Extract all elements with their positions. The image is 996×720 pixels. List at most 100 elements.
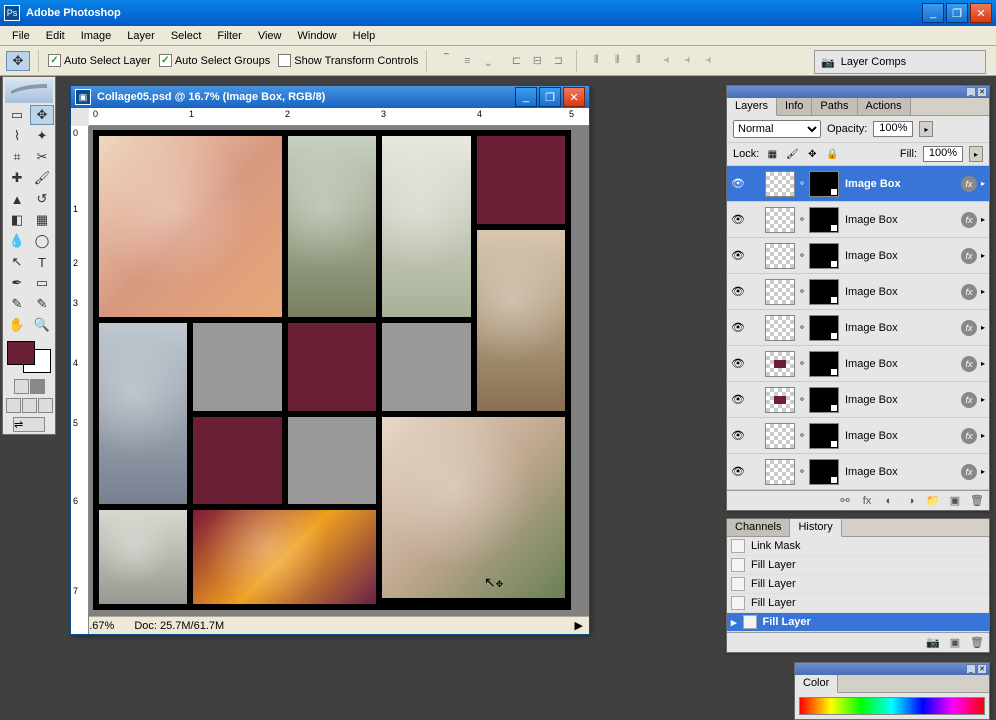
layer-mask-thumbnail[interactable] xyxy=(809,171,839,197)
auto-select-groups-option[interactable]: Auto Select Groups xyxy=(159,54,270,67)
menu-file[interactable]: File xyxy=(4,28,38,44)
layer-row[interactable]: 👁 ⚬ Image Box fx ▸ xyxy=(727,166,989,202)
collage-cell[interactable] xyxy=(382,136,470,317)
tab-info[interactable]: Info xyxy=(777,98,812,115)
status-arrow-icon[interactable]: ▶ xyxy=(575,619,583,632)
lock-transparent-icon[interactable]: ▦ xyxy=(765,147,779,161)
doc-close-button[interactable]: ✕ xyxy=(563,87,585,107)
minimize-button[interactable]: _ xyxy=(922,3,944,23)
history-row[interactable]: Fill Layer xyxy=(727,575,989,594)
layer-thumbnail[interactable] xyxy=(765,315,795,341)
expand-icon[interactable]: ▸ xyxy=(981,323,985,332)
menu-layer[interactable]: Layer xyxy=(119,28,163,44)
notes-tool[interactable]: ✎ xyxy=(5,294,29,314)
fx-badge-icon[interactable]: fx xyxy=(961,176,977,192)
expand-icon[interactable]: ▸ xyxy=(981,431,985,440)
layer-mask-thumbnail[interactable] xyxy=(809,315,839,341)
eyedropper-tool[interactable]: ✎ xyxy=(30,294,54,314)
layer-fx-icon[interactable]: fx xyxy=(859,493,875,509)
layer-comps-box[interactable]: 📷 Layer Comps xyxy=(814,50,986,74)
link-icon[interactable]: ⚬ xyxy=(797,322,807,333)
layer-row[interactable]: 👁 ⚬ Image Box fx ▸ xyxy=(727,274,989,310)
layer-row[interactable]: 👁 ⚬ Image Box fx ▸ xyxy=(727,382,989,418)
layer-mask-thumbnail[interactable] xyxy=(809,279,839,305)
layer-group-icon[interactable]: 📁 xyxy=(925,493,941,509)
expand-icon[interactable]: ▸ xyxy=(981,359,985,368)
type-tool[interactable]: T xyxy=(30,252,54,272)
lasso-tool[interactable]: ⌇ xyxy=(5,126,29,146)
pen-tool[interactable]: ✒ xyxy=(5,273,29,293)
layer-mask-thumbnail[interactable] xyxy=(809,387,839,413)
history-row[interactable]: Link Mask xyxy=(727,537,989,556)
auto-select-layer-option[interactable]: Auto Select Layer xyxy=(48,54,151,67)
history-row[interactable]: Fill Layer xyxy=(727,556,989,575)
layer-row[interactable]: 👁 ⚬ Image Box fx ▸ xyxy=(727,418,989,454)
history-list[interactable]: Link MaskFill LayerFill LayerFill Layer▸… xyxy=(727,537,989,632)
layer-name[interactable]: Image Box xyxy=(841,322,959,334)
tab-actions[interactable]: Actions xyxy=(858,98,911,115)
collage-cell[interactable] xyxy=(193,510,376,604)
fx-badge-icon[interactable]: fx xyxy=(961,428,977,444)
snapshot-icon[interactable]: 📷 xyxy=(925,635,941,651)
align-hcenter-icon[interactable]: ⊟ xyxy=(527,51,547,71)
visibility-icon[interactable]: 👁 xyxy=(729,283,747,301)
jump-button[interactable]: ⇌ xyxy=(5,417,53,432)
layer-mask-thumbnail[interactable] xyxy=(809,243,839,269)
layer-thumbnail[interactable] xyxy=(765,171,795,197)
new-layer-icon[interactable]: ▣ xyxy=(947,493,963,509)
visibility-icon[interactable]: 👁 xyxy=(729,355,747,373)
layer-row[interactable]: 👁 ⚬ Image Box fx ▸ xyxy=(727,346,989,382)
lock-move-icon[interactable]: ✥ xyxy=(805,147,819,161)
layer-thumbnail[interactable] xyxy=(765,279,795,305)
wand-tool[interactable]: ✦ xyxy=(30,126,54,146)
menu-edit[interactable]: Edit xyxy=(38,28,73,44)
menu-help[interactable]: Help xyxy=(345,28,384,44)
link-icon[interactable]: ⚬ xyxy=(797,430,807,441)
collage-cell[interactable] xyxy=(99,323,187,504)
link-icon[interactable]: ⚬ xyxy=(797,286,807,297)
show-transform-option[interactable]: Show Transform Controls xyxy=(278,54,418,67)
dodge-tool[interactable]: ◯ xyxy=(30,231,54,251)
layer-name[interactable]: Image Box xyxy=(841,250,959,262)
history-row[interactable]: ▸Fill Layer xyxy=(727,613,989,632)
link-icon[interactable]: ⚬ xyxy=(797,466,807,477)
link-icon[interactable]: ⚬ xyxy=(797,178,807,189)
layer-name[interactable]: Image Box xyxy=(841,286,959,298)
align-vcenter-icon[interactable]: ≡ xyxy=(457,51,477,71)
new-snapshot-icon[interactable]: ▣ xyxy=(947,635,963,651)
slice-tool[interactable]: ✂ xyxy=(30,147,54,167)
history-brush-tool[interactable]: ↺ xyxy=(30,189,54,209)
delete-state-icon[interactable]: 🗑 xyxy=(969,635,985,651)
collage-cell[interactable] xyxy=(288,136,376,317)
adjustment-layer-icon[interactable]: ◑ xyxy=(903,493,919,509)
tab-history[interactable]: History xyxy=(790,519,841,537)
menu-filter[interactable]: Filter xyxy=(209,28,249,44)
color-panel-titlebar[interactable]: _ ✕ xyxy=(795,663,989,675)
fill-arrow-icon[interactable]: ▸ xyxy=(969,146,983,162)
collage-cell[interactable] xyxy=(99,136,282,317)
foreground-color[interactable] xyxy=(7,341,35,365)
tab-layers[interactable]: Layers xyxy=(727,98,777,116)
opacity-field[interactable]: 100% xyxy=(873,121,913,137)
marquee-tool[interactable]: ▭ xyxy=(5,105,29,125)
panel-minimize-icon[interactable]: _ xyxy=(966,664,976,674)
link-icon[interactable]: ⚬ xyxy=(797,250,807,261)
layer-mask-thumbnail[interactable] xyxy=(809,207,839,233)
panel-close-icon[interactable]: ✕ xyxy=(977,664,987,674)
menu-window[interactable]: Window xyxy=(290,28,345,44)
tab-channels[interactable]: Channels xyxy=(727,519,790,536)
delete-layer-icon[interactable]: 🗑 xyxy=(969,493,985,509)
panel-titlebar[interactable]: _ ✕ xyxy=(727,86,989,98)
layer-name[interactable]: Image Box xyxy=(841,430,959,442)
tab-color[interactable]: Color xyxy=(795,675,838,693)
layer-thumbnail[interactable] xyxy=(765,387,795,413)
eraser-tool[interactable]: ◧ xyxy=(5,210,29,230)
layer-thumbnail[interactable] xyxy=(765,243,795,269)
expand-icon[interactable]: ▸ xyxy=(981,467,985,476)
layer-name[interactable]: Image Box xyxy=(841,358,959,370)
layer-name[interactable]: Image Box xyxy=(841,214,959,226)
layer-name[interactable]: Image Box xyxy=(841,394,959,406)
layer-row[interactable]: 👁 ⚬ Image Box fx ▸ xyxy=(727,454,989,490)
fill-field[interactable]: 100% xyxy=(923,146,963,162)
panel-minimize-icon[interactable]: _ xyxy=(966,87,976,97)
